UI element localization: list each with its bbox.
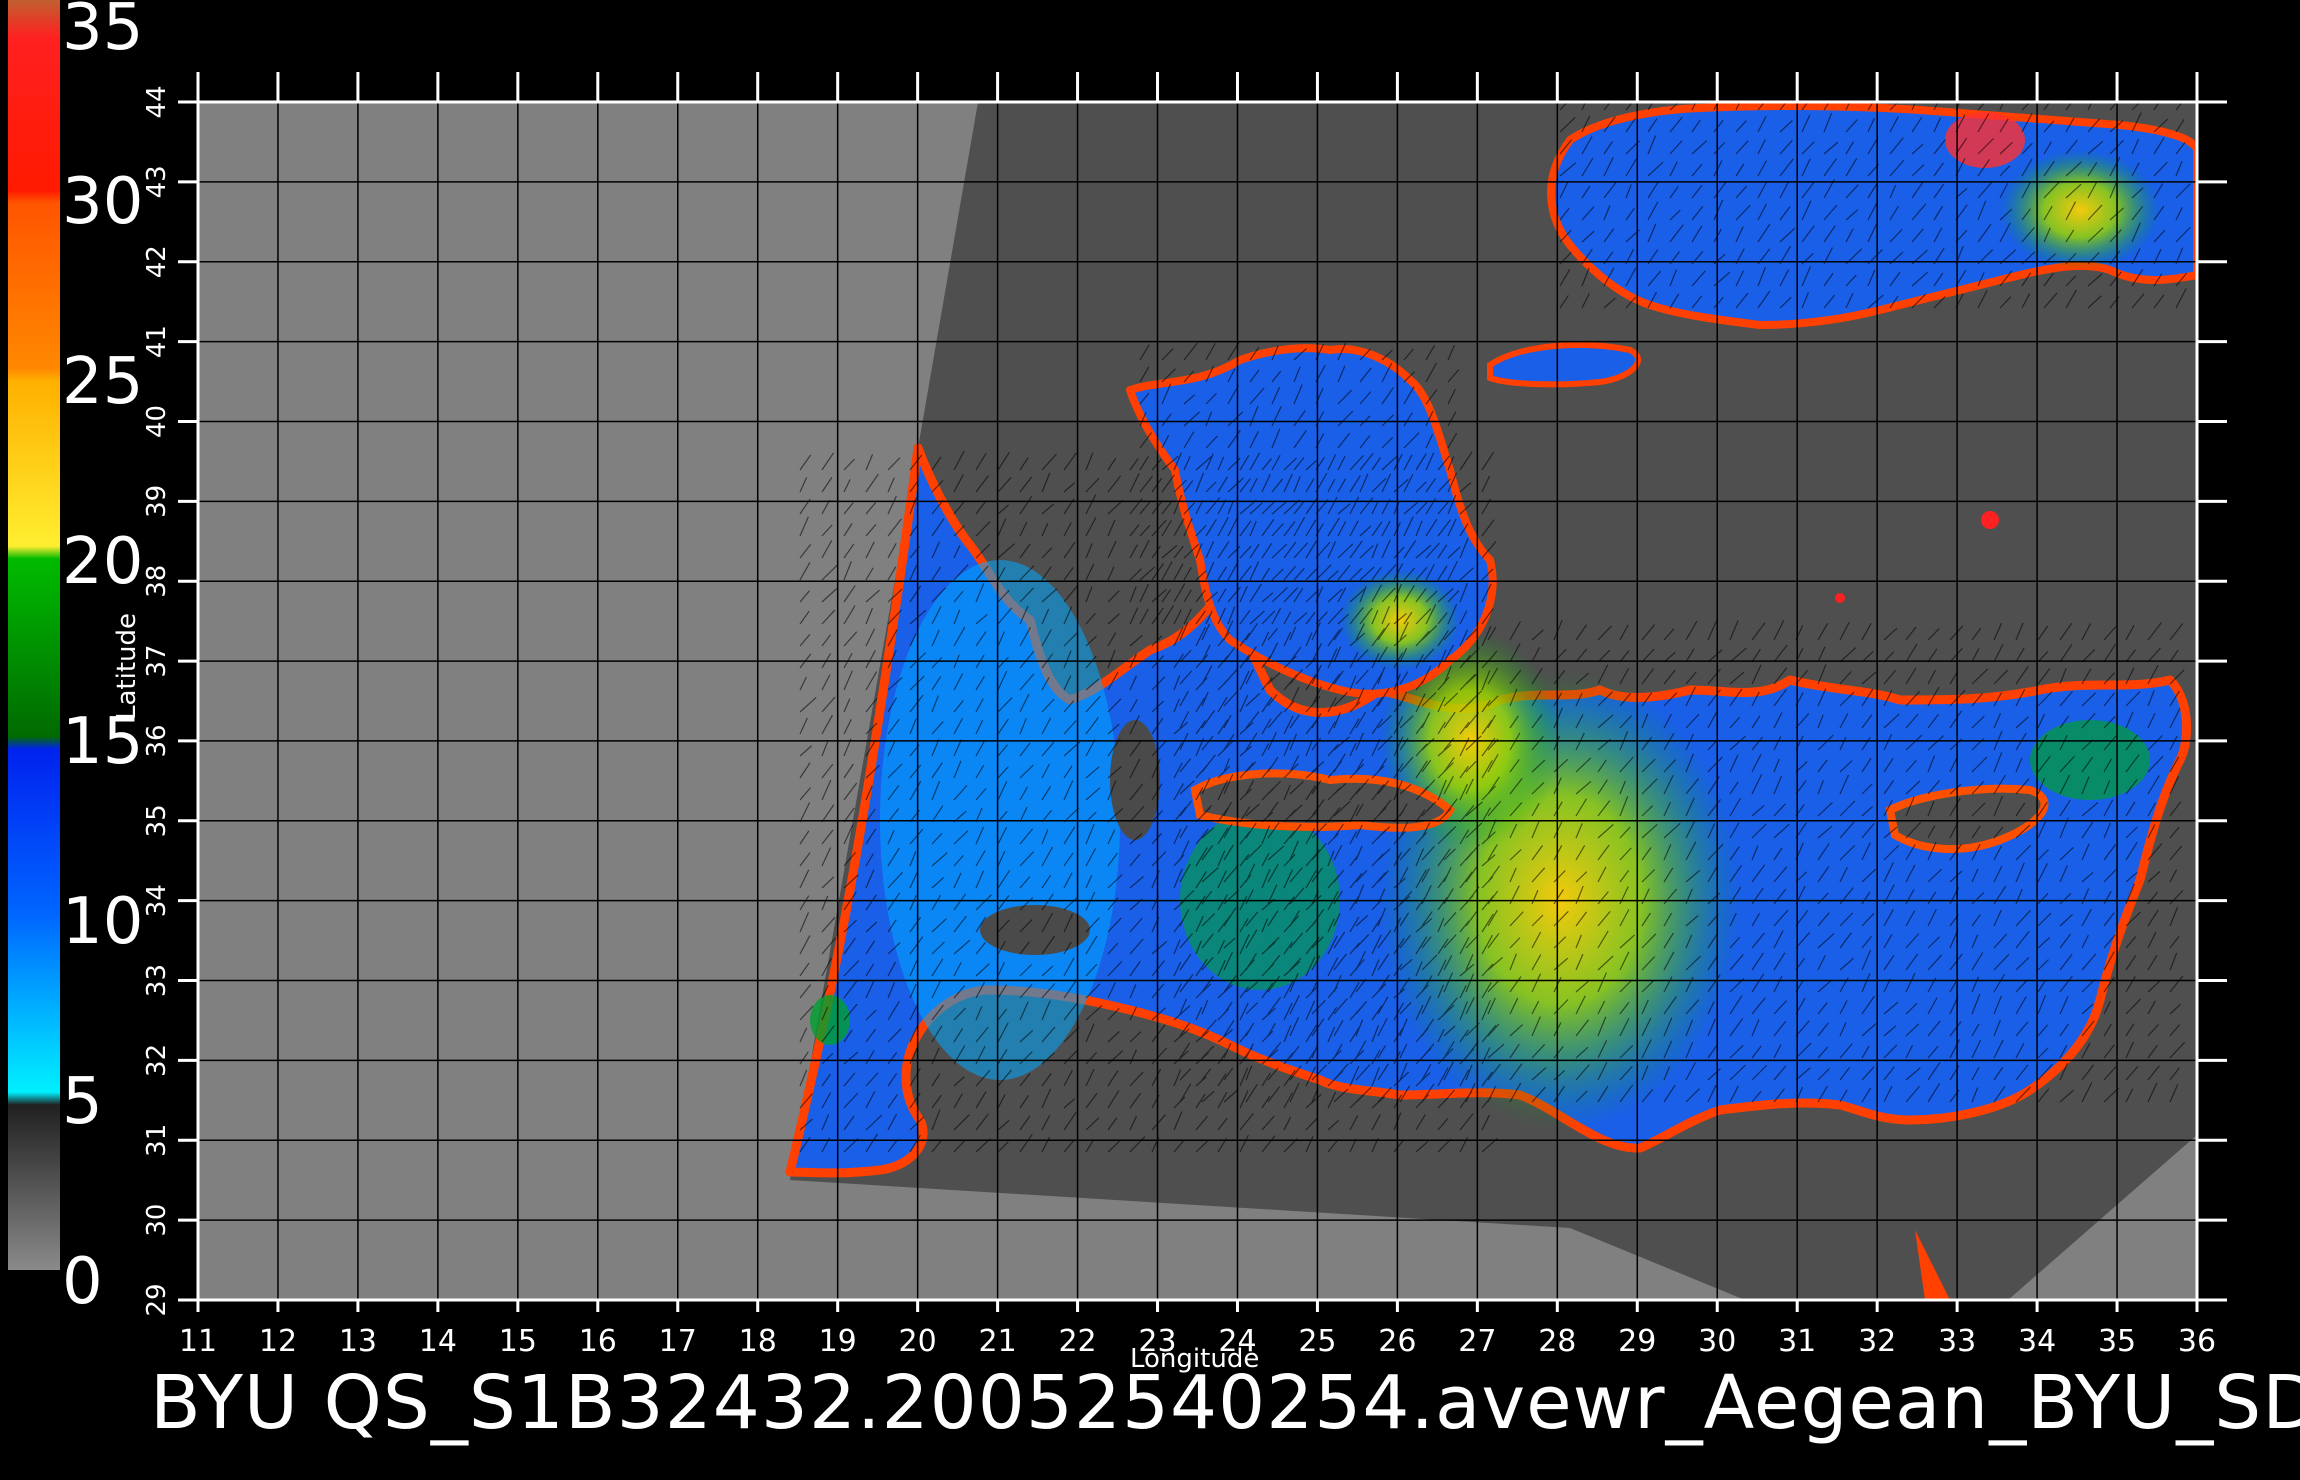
lon-tick-label: 20	[899, 1324, 937, 1359]
lat-tick-label: 34	[142, 884, 172, 917]
scatterometer-map: 11 12 13 14 15 16 17 18 19 20 21 22 23 24 25 26 27 28 29 30…	[8, 0, 2227, 1359]
lon-tick-label: 29	[1618, 1324, 1656, 1359]
colorbar-label: 30	[62, 165, 144, 239]
lon-tick-label: 33	[1938, 1324, 1976, 1359]
lat-tick-label: 42	[142, 245, 172, 278]
lat-tick-label: 39	[142, 485, 172, 518]
lon-tick-label: 35	[2098, 1324, 2136, 1359]
lon-tick-label: 11	[179, 1324, 217, 1359]
island-marker	[1981, 511, 1999, 529]
colorbar-label: 0	[62, 1245, 103, 1319]
lat-tick-label: 41	[142, 325, 172, 358]
lon-tick-label: 27	[1458, 1324, 1496, 1359]
colorbar-label: 5	[62, 1065, 103, 1139]
calm-patch	[980, 905, 1090, 955]
colorbar-label: 20	[62, 525, 144, 599]
lon-tick-label: 25	[1298, 1324, 1336, 1359]
lat-tick-label: 30	[142, 1204, 172, 1237]
lon-tick-label: 22	[1058, 1324, 1096, 1359]
lon-tick-label: 14	[419, 1324, 457, 1359]
lon-tick-label: 15	[499, 1324, 537, 1359]
lon-tick-label: 16	[579, 1324, 617, 1359]
lat-tick-label: 33	[142, 964, 172, 997]
image-caption: BYU QS_S1B32432.20052540254.avewr_Aegean…	[150, 1360, 2300, 1446]
lat-tick-label: 38	[142, 565, 172, 598]
lon-tick-label: 36	[2178, 1324, 2216, 1359]
lat-tick-label: 44	[142, 85, 172, 118]
lat-tick-label: 36	[142, 724, 172, 757]
lon-tick-label: 12	[259, 1324, 297, 1359]
lon-tick-label: 18	[739, 1324, 777, 1359]
colorbar	[8, 0, 60, 1270]
lat-tick-label: 43	[142, 165, 172, 198]
colorbar-label: 35	[62, 0, 144, 65]
latitude-axis-title: Latitude	[112, 612, 142, 720]
lon-tick-label: 34	[2018, 1324, 2056, 1359]
lat-tick-label: 35	[142, 804, 172, 837]
lon-tick-label: 30	[1698, 1324, 1736, 1359]
lon-tick-label: 31	[1778, 1324, 1816, 1359]
latitude-tick-labels: 29 30 31 32 33 34 35 36 37 38 39 40 41 42 43 44	[142, 85, 172, 1316]
lat-tick-label: 29	[142, 1283, 172, 1316]
island-marker	[1835, 593, 1845, 603]
lon-tick-label: 26	[1378, 1324, 1416, 1359]
lat-tick-label: 32	[142, 1044, 172, 1077]
lon-tick-label: 19	[819, 1324, 857, 1359]
lat-tick-label: 37	[142, 645, 172, 678]
lat-tick-label: 40	[142, 405, 172, 438]
lon-tick-label: 28	[1538, 1324, 1576, 1359]
lon-tick-label: 32	[1858, 1324, 1896, 1359]
lon-tick-label: 21	[979, 1324, 1017, 1359]
lon-tick-label: 17	[659, 1324, 697, 1359]
colorbar-label: 25	[62, 345, 144, 419]
lon-tick-label: 13	[339, 1324, 377, 1359]
lat-tick-label: 31	[142, 1124, 172, 1157]
colorbar-label: 10	[62, 885, 144, 959]
high-wind-aegean	[1340, 570, 1460, 670]
